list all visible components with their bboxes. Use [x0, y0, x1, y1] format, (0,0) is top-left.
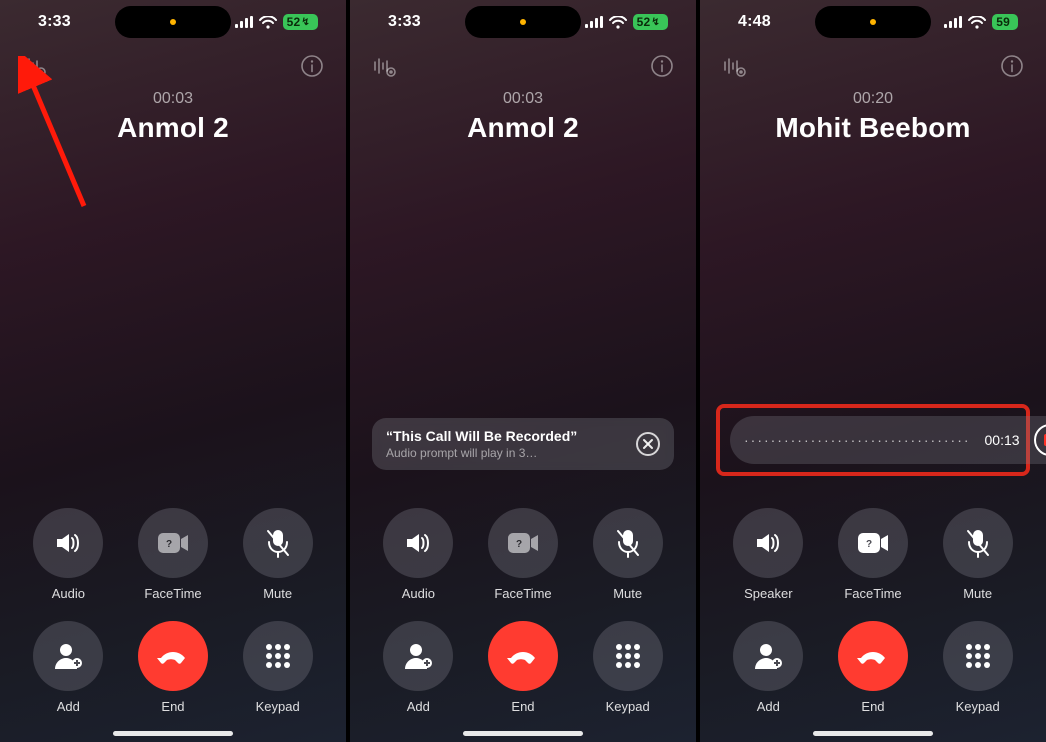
svg-text:?: ? [866, 539, 872, 550]
info-icon[interactable] [998, 52, 1026, 80]
wifi-icon [968, 16, 986, 29]
keypad-button[interactable] [593, 621, 663, 691]
call-duration: 00:03 [350, 90, 696, 108]
recording-waveform: ·································· [744, 432, 971, 448]
cellular-icon [585, 16, 603, 28]
add-label: Add [757, 699, 780, 714]
facetime-button[interactable]: ? [838, 508, 908, 578]
mute-button[interactable] [593, 508, 663, 578]
facetime-label: FaceTime [844, 586, 901, 601]
end-call-button[interactable] [838, 621, 908, 691]
end-call-button[interactable] [488, 621, 558, 691]
end-label: End [861, 699, 884, 714]
keypad-label: Keypad [606, 699, 650, 714]
home-indicator[interactable] [813, 731, 933, 736]
battery-indicator: 59 [992, 14, 1018, 30]
home-indicator[interactable] [463, 731, 583, 736]
call-screen-2: 3:33 52↯ 00:03 Anmol 2 “This Call Will B… [350, 0, 696, 742]
call-screen-1: 3:33 52↯ 00:03 Anmol 2 Audio [0, 0, 346, 742]
wifi-icon [259, 16, 277, 29]
audio-label: Audio [402, 586, 435, 601]
status-time: 3:33 [388, 13, 421, 31]
end-label: End [161, 699, 184, 714]
call-controls: Audio ? FaceTime Mute Add End Keypad [350, 508, 696, 714]
keypad-button[interactable] [943, 621, 1013, 691]
recording-prompt: “This Call Will Be Recorded” Audio promp… [372, 418, 674, 470]
record-call-icon[interactable] [370, 52, 398, 80]
record-call-icon[interactable] [720, 52, 748, 80]
status-bar: 4:48 59 [700, 8, 1046, 36]
call-controls: Speaker ? FaceTime Mute Add End Keypad [700, 508, 1046, 714]
call-duration: 00:03 [0, 90, 346, 108]
prompt-subtitle: Audio prompt will play in 3… [386, 446, 577, 460]
audio-label: Audio [52, 586, 85, 601]
mute-label: Mute [263, 586, 292, 601]
info-icon[interactable] [298, 52, 326, 80]
add-label: Add [407, 699, 430, 714]
audio-button[interactable] [33, 508, 103, 578]
home-indicator[interactable] [113, 731, 233, 736]
speaker-label: Speaker [744, 586, 792, 601]
cellular-icon [235, 16, 253, 28]
keypad-label: Keypad [256, 699, 300, 714]
recording-bar: ·································· 00:13 [730, 416, 1046, 464]
status-time: 3:33 [38, 13, 71, 31]
info-icon[interactable] [648, 52, 676, 80]
end-label: End [511, 699, 534, 714]
caller-name: Mohit Beebom [700, 112, 1046, 144]
close-icon[interactable] [636, 432, 660, 456]
call-screen-3: 4:48 59 00:20 Mohit Beebom ·············… [700, 0, 1046, 742]
keypad-button[interactable] [243, 621, 313, 691]
facetime-button[interactable]: ? [488, 508, 558, 578]
battery-indicator: 52↯ [633, 14, 668, 30]
facetime-button[interactable]: ? [138, 508, 208, 578]
call-controls: Audio ? FaceTime Mute Add End Keypad [0, 508, 346, 714]
caller-header: 00:20 Mohit Beebom [700, 90, 1046, 144]
call-duration: 00:20 [700, 90, 1046, 108]
end-call-button[interactable] [138, 621, 208, 691]
caller-name: Anmol 2 [350, 112, 696, 144]
cellular-icon [944, 16, 962, 28]
mute-button[interactable] [243, 508, 313, 578]
keypad-label: Keypad [956, 699, 1000, 714]
status-time: 4:48 [738, 13, 771, 31]
recording-elapsed: 00:13 [985, 432, 1020, 448]
record-call-icon[interactable] [20, 52, 48, 80]
add-label: Add [57, 699, 80, 714]
facetime-label: FaceTime [494, 586, 551, 601]
mute-label: Mute [963, 586, 992, 601]
recording-highlight: ·································· 00:13 [716, 404, 1030, 476]
battery-indicator: 52↯ [283, 14, 318, 30]
prompt-title: “This Call Will Be Recorded” [386, 428, 577, 444]
add-button[interactable] [383, 621, 453, 691]
mute-label: Mute [613, 586, 642, 601]
mute-button[interactable] [943, 508, 1013, 578]
status-bar: 3:33 52↯ [350, 8, 696, 36]
add-button[interactable] [33, 621, 103, 691]
wifi-icon [609, 16, 627, 29]
add-button[interactable] [733, 621, 803, 691]
caller-name: Anmol 2 [0, 112, 346, 144]
caller-header: 00:03 Anmol 2 [350, 90, 696, 144]
audio-button[interactable] [383, 508, 453, 578]
status-bar: 3:33 52↯ [0, 8, 346, 36]
stop-recording-icon[interactable] [1034, 424, 1046, 456]
speaker-button[interactable] [733, 508, 803, 578]
facetime-label: FaceTime [144, 586, 201, 601]
svg-text:?: ? [516, 539, 522, 550]
svg-text:?: ? [166, 539, 172, 550]
caller-header: 00:03 Anmol 2 [0, 90, 346, 144]
